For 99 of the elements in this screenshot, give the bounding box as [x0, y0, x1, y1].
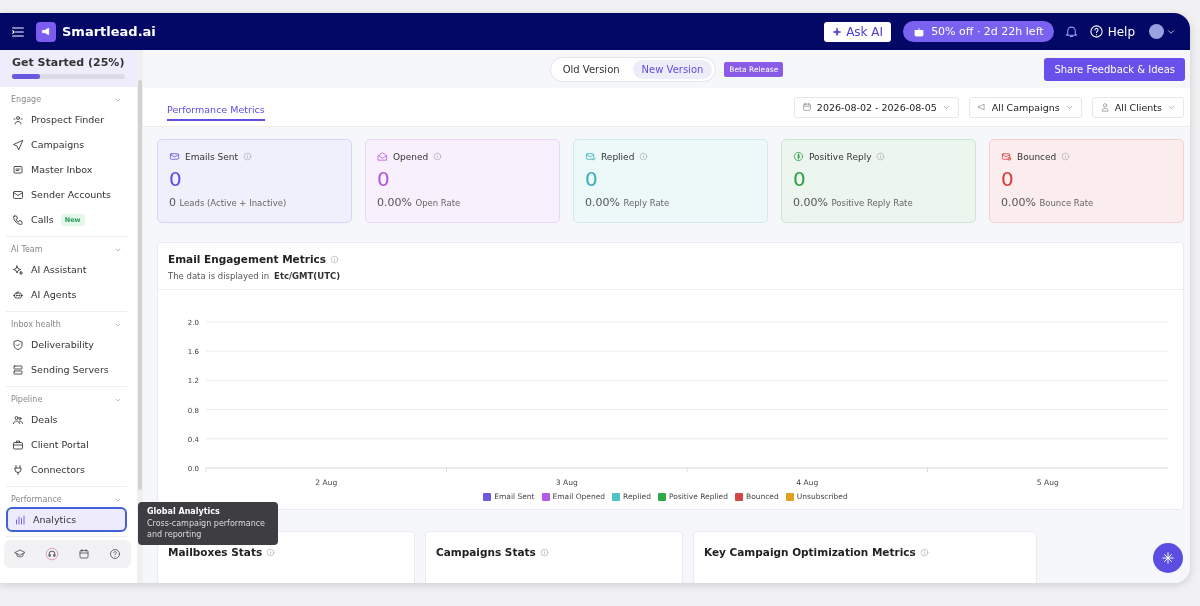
legend-swatch[interactable]	[541, 492, 550, 501]
robot-icon	[12, 288, 24, 301]
info-icon	[330, 254, 339, 264]
section-heading: Performance	[11, 495, 62, 504]
nav-item[interactable]: Analytics	[6, 507, 127, 532]
info-icon	[919, 547, 929, 557]
legend-swatch[interactable]	[483, 492, 492, 501]
nav-item[interactable]: Client Portal	[6, 432, 127, 457]
filter-dropdown[interactable]: All Campaigns	[968, 96, 1082, 118]
nav-item[interactable]: Prospect Finder	[6, 107, 127, 132]
metric-subtext: 0.00% Open Rate	[377, 196, 462, 209]
mail-alert-icon	[1001, 151, 1012, 162]
nav-item[interactable]: Sender Accounts	[6, 182, 127, 207]
bell-icon[interactable]	[1063, 24, 1079, 39]
card-title: Email Engagement Metrics	[168, 253, 326, 265]
metric-title: Positive Reply	[809, 151, 872, 162]
send-icon	[12, 138, 24, 151]
legend-swatch[interactable]	[735, 492, 743, 501]
metric-value: 0	[169, 168, 183, 190]
feedback-button[interactable]: Share Feedback & Ideas	[1044, 58, 1185, 81]
mail-icon	[12, 188, 24, 201]
phone-icon	[12, 213, 24, 226]
headset-icon[interactable]	[44, 547, 59, 561]
dollar-icon	[793, 151, 804, 162]
nav-item[interactable]: Deals	[6, 407, 127, 432]
user-icon	[1099, 102, 1110, 112]
metric-value: 0	[585, 168, 599, 190]
bar-chart-icon	[14, 513, 26, 526]
ask-ai-button[interactable]: Ask AI	[824, 21, 892, 42]
filter-dropdown[interactable]: 2026-08-02 - 2026-08-05	[793, 96, 959, 118]
avatar[interactable]	[1149, 24, 1164, 39]
card-heading: Key Campaign Optimization Metrics	[704, 546, 916, 558]
logo-text: Smartlead.ai	[62, 24, 156, 39]
version-option[interactable]: Old Version	[553, 59, 629, 79]
legend-swatch[interactable]	[657, 492, 666, 501]
nav-item[interactable]: Master Inbox	[6, 157, 127, 182]
section-heading: AI Team	[11, 245, 43, 254]
get-started-label: Get Started (25%)	[12, 56, 125, 69]
card-heading: Campaigns Stats	[436, 546, 536, 558]
nav-item[interactable]: AI Agents	[6, 282, 127, 307]
users-icon	[12, 413, 24, 426]
question-icon	[1088, 24, 1104, 39]
version-option[interactable]: New Version	[632, 59, 713, 79]
filter-dropdown[interactable]: All Clients	[1091, 96, 1184, 118]
info-icon	[1061, 152, 1071, 161]
calendar-icon[interactable]	[78, 548, 91, 560]
plug-icon	[12, 463, 24, 476]
mail-icon	[169, 151, 180, 162]
message-icon	[12, 163, 24, 176]
info-icon	[539, 547, 549, 557]
get-started-panel[interactable]: Get Started (25%)	[0, 50, 137, 87]
open-envelope-icon	[377, 151, 388, 162]
nav-item[interactable]: Campaigns	[6, 132, 127, 157]
legend-swatch[interactable]	[612, 492, 621, 501]
info-icon	[266, 547, 276, 557]
tooltip-title: Global Analytics	[147, 507, 221, 516]
help-button[interactable]: Help	[1088, 24, 1135, 39]
metric-value: 0	[793, 168, 807, 190]
server-icon	[12, 363, 24, 376]
info-icon	[243, 152, 252, 161]
mail-check-icon	[585, 151, 596, 162]
card-heading: Mailboxes Stats	[168, 546, 263, 558]
people-icon	[12, 113, 24, 126]
section-heading: Inbox health	[11, 320, 61, 329]
megaphone-icon	[976, 102, 987, 112]
question-icon[interactable]	[109, 548, 122, 560]
discount-button[interactable]: 50% off · 2d 22h left	[903, 21, 1054, 42]
metric-subtext: 0.00% Reply Rate	[585, 196, 671, 209]
timezone-value: Etc/GMT(UTC)	[274, 271, 341, 281]
section-heading: Engage	[11, 95, 42, 104]
metric-subtext: 0.00% Bounce Rate	[1001, 196, 1095, 209]
graduation-cap-icon[interactable]	[13, 548, 26, 560]
info-icon	[639, 152, 649, 161]
nav-item[interactable]: Sending Servers	[6, 357, 127, 382]
metric-title: Emails Sent	[185, 151, 238, 162]
info-icon	[433, 152, 443, 161]
nav-item[interactable]: Connectors	[6, 457, 127, 482]
metric-value: 0	[377, 168, 391, 190]
metric-subtext: 0 Leads (Active + Inactive)	[169, 196, 288, 209]
scrollbar-thumb[interactable]	[138, 80, 142, 490]
tooltip-text: Cross-campaign performance and reporting	[147, 518, 267, 541]
nav-item[interactable]: Deliverability	[6, 332, 127, 357]
timezone-note: The data is displayed in	[168, 271, 270, 281]
info-icon	[876, 152, 886, 161]
metric-subtext: 0.00% Positive Reply Rate	[793, 196, 914, 209]
metric-title: Opened	[393, 151, 429, 162]
section-heading: Pipeline	[11, 395, 43, 404]
metric-title: Replied	[601, 151, 635, 162]
legend-swatch[interactable]	[785, 492, 794, 501]
shield-icon	[12, 338, 24, 351]
assistant-fab[interactable]	[1153, 543, 1183, 573]
metric-value: 0	[1001, 168, 1015, 190]
briefcase-icon	[12, 438, 24, 451]
metric-title: Bounced	[1017, 151, 1057, 162]
logo-icon	[36, 21, 56, 42]
tab[interactable]: Performance Metrics	[167, 97, 265, 121]
gift-icon	[913, 25, 926, 38]
nav-item[interactable]: AI Assistant	[6, 257, 127, 282]
calendar-icon	[801, 102, 812, 112]
